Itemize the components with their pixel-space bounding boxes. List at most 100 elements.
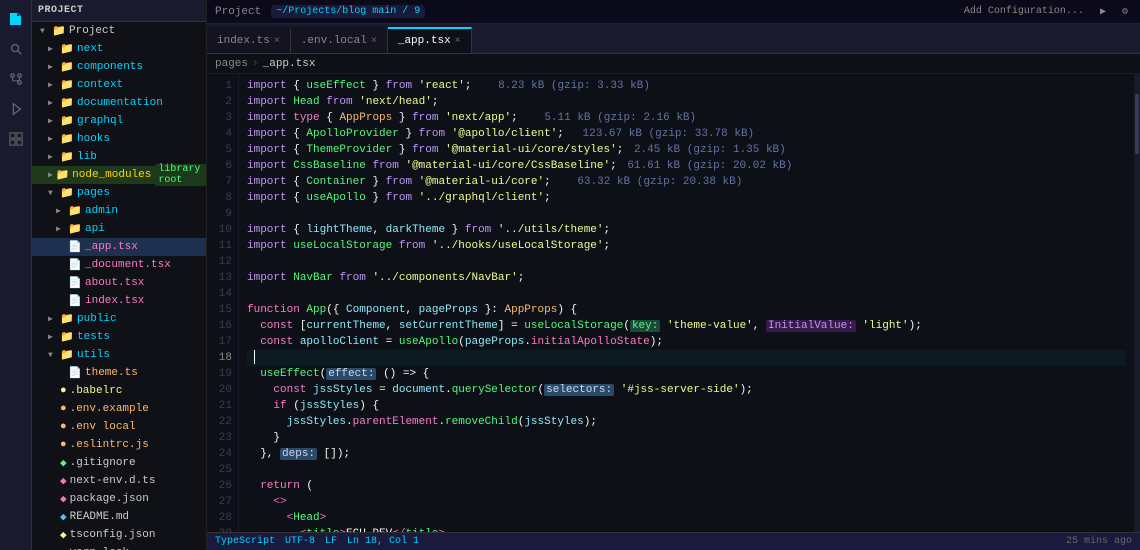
sidebar-item-tests[interactable]: ▶ 📁 tests: [32, 328, 206, 346]
file-icon: ◆: [60, 546, 67, 550]
line-num: 16: [207, 318, 238, 334]
file-icon: 📄: [68, 366, 82, 380]
tab-env-local[interactable]: .env.local ×: [291, 27, 388, 53]
tree-arrow: ▼: [40, 27, 52, 36]
line-num: 5: [207, 142, 238, 158]
sidebar-item-readme[interactable]: ◆ README.md: [32, 508, 206, 526]
line-num: 3: [207, 110, 238, 126]
tree-label: public: [77, 313, 117, 325]
extensions-icon[interactable]: [4, 127, 28, 151]
tree-label: next-env.d.ts: [70, 475, 156, 487]
code-line: import { useApollo } from '../graphql/cl…: [247, 190, 1126, 206]
scrollbar-thumb[interactable]: [1135, 94, 1139, 154]
status-bar: TypeScript UTF-8 LF Ln 18, Col 1 25 mins…: [207, 532, 1140, 550]
code-line: import Head from 'next/head';: [247, 94, 1126, 110]
code-line: import { ThemeProvider } from '@material…: [247, 142, 1126, 158]
sidebar-item-admin[interactable]: ▶ 📁 admin: [32, 202, 206, 220]
git-icon[interactable]: [4, 67, 28, 91]
folder-icon: 📁: [60, 186, 74, 200]
tab-close-icon[interactable]: ×: [371, 36, 377, 47]
file-icon: 📄: [68, 276, 82, 290]
vertical-scrollbar[interactable]: [1134, 74, 1140, 532]
line-num: 22: [207, 414, 238, 430]
file-icon: 📄: [68, 240, 82, 254]
folder-icon: 📁: [60, 330, 74, 344]
sidebar-item-context[interactable]: ▶ 📁 context: [32, 76, 206, 94]
code-line: function App({ Component, pageProps }: A…: [247, 302, 1126, 318]
sidebar-item-utils[interactable]: ▼ 📁 utils: [32, 346, 206, 364]
line-num: 4: [207, 126, 238, 142]
sidebar-item-index-tsx[interactable]: 📄 index.tsx: [32, 292, 206, 310]
sidebar-item-babelrc[interactable]: ● .babelrc: [32, 382, 206, 400]
folder-icon: 📁: [52, 24, 66, 38]
tree-label: Project: [69, 25, 115, 37]
line-num: 25: [207, 462, 238, 478]
sidebar-item-about-tsx[interactable]: 📄 about.tsx: [32, 274, 206, 292]
files-icon[interactable]: [4, 7, 28, 31]
sidebar-item-yarn-lock[interactable]: ◆ yarn.lock: [32, 544, 206, 550]
code-line: return (: [247, 478, 1126, 494]
line-num: 13: [207, 270, 238, 286]
tree-label: api: [85, 223, 105, 235]
code-line: import useLocalStorage from '../hooks/us…: [247, 238, 1126, 254]
sidebar-item-env-example[interactable]: ● .env.example: [32, 400, 206, 418]
folder-icon: 📁: [60, 114, 74, 128]
code-line: [247, 254, 1126, 270]
sidebar-title: PROJECT: [38, 5, 84, 16]
tree-arrow: ▶: [48, 80, 60, 90]
settings-icon[interactable]: ⚙: [1118, 5, 1132, 19]
code-line: jssStyles.parentElement.removeChild(jssS…: [247, 414, 1126, 430]
sidebar-item-graphql[interactable]: ▶ 📁 graphql: [32, 112, 206, 130]
tab-bar: index.ts × .env.local × _app.tsx ×: [207, 24, 1140, 54]
sidebar-item-gitignore[interactable]: ◆ .gitignore: [32, 454, 206, 472]
tab-index-ts[interactable]: index.ts ×: [207, 27, 291, 53]
sidebar-item-documentation[interactable]: ▶ 📁 documentation: [32, 94, 206, 112]
sidebar-item-node-modules[interactable]: ▶ 📁 node_modules library root: [32, 166, 206, 184]
sidebar-item-env-local[interactable]: ● .env local: [32, 418, 206, 436]
line-num: 26: [207, 478, 238, 494]
code-editor[interactable]: import { useEffect } from 'react'; 8.23 …: [239, 74, 1134, 532]
tree-label: README.md: [70, 511, 129, 523]
sidebar-item-app-tsx[interactable]: 📄 _app.tsx: [32, 238, 206, 256]
line-num: 1: [207, 78, 238, 94]
line-num: 6: [207, 158, 238, 174]
add-configuration-button[interactable]: Add Configuration...: [960, 5, 1088, 18]
line-num: 11: [207, 238, 238, 254]
tab-close-icon[interactable]: ×: [274, 36, 280, 47]
tree-arrow: ▶: [48, 98, 60, 108]
tree-label: package.json: [70, 493, 149, 505]
line-num: 23: [207, 430, 238, 446]
folder-icon: 📁: [60, 132, 74, 146]
run-button[interactable]: ▶: [1096, 5, 1110, 19]
tab-app-tsx[interactable]: _app.tsx ×: [388, 27, 472, 53]
debug-icon[interactable]: [4, 97, 28, 121]
sidebar-item-tsconfig[interactable]: ◆ tsconfig.json: [32, 526, 206, 544]
search-icon[interactable]: [4, 37, 28, 61]
sidebar-item-components[interactable]: ▶ 📁 components: [32, 58, 206, 76]
sidebar-item-theme-ts[interactable]: 📄 theme.ts: [32, 364, 206, 382]
status-encoding: UTF-8: [285, 536, 315, 547]
breadcrumb-bar: pages › _app.tsx: [207, 54, 1140, 74]
line-num: 21: [207, 398, 238, 414]
code-line: <title>ECU-DEV</title>: [247, 526, 1126, 532]
sidebar-item-hooks[interactable]: ▶ 📁 hooks: [32, 130, 206, 148]
tree-label: tsconfig.json: [70, 529, 156, 541]
sidebar-item-pages[interactable]: ▼ 📁 pages: [32, 184, 206, 202]
sidebar-item-api[interactable]: ▶ 📁 api: [32, 220, 206, 238]
tree-label: .env local: [70, 421, 136, 433]
sidebar-item-package-json[interactable]: ◆ package.json: [32, 490, 206, 508]
tree-label: lib: [77, 151, 97, 163]
line-num: 2: [207, 94, 238, 110]
sidebar-item-eslintrc[interactable]: ● .eslintrc.js: [32, 436, 206, 454]
sidebar-item-document-tsx[interactable]: 📄 _document.tsx: [32, 256, 206, 274]
status-eol: LF: [325, 536, 337, 547]
sidebar-item-next-env[interactable]: ◆ next-env.d.ts: [32, 472, 206, 490]
sidebar-item-next[interactable]: ▶ 📁 next: [32, 40, 206, 58]
sidebar-item-public[interactable]: ▶ 📁 public: [32, 310, 206, 328]
tree-arrow: ▶: [48, 44, 60, 54]
tree-arrow: ▶: [48, 62, 60, 72]
tab-close-icon[interactable]: ×: [455, 36, 461, 47]
code-line: [247, 206, 1126, 222]
sidebar-item-project[interactable]: ▼ 📁 Project: [32, 22, 206, 40]
tree-arrow: ▶: [48, 314, 60, 324]
